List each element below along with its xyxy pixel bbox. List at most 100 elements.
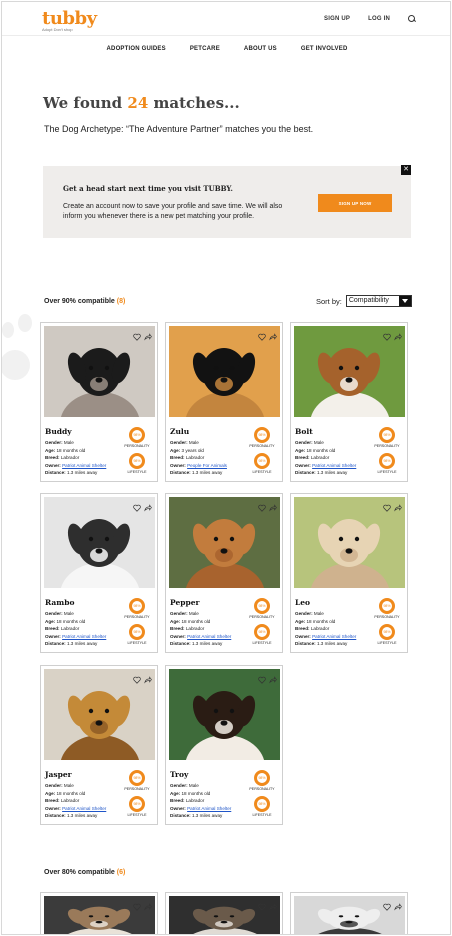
owner-link[interactable]: Patriot Animal Shelter xyxy=(62,634,106,639)
dog-gender: Gender: Male xyxy=(170,782,231,790)
close-icon[interactable]: ✕ xyxy=(401,165,411,175)
personality-score: 98% xyxy=(254,598,270,614)
dog-card[interactable]: Leo Gender: Male Age: 18 months old Breed: … xyxy=(290,493,408,653)
dog-breed: Breed: Labrador xyxy=(45,625,106,633)
heart-icon[interactable] xyxy=(383,898,391,911)
dog-breed: Breed: Labrador xyxy=(170,454,227,462)
distance-label: Distance: xyxy=(45,813,66,819)
dog-distance: Distance: 1.3 miles away xyxy=(45,640,106,648)
heart-icon[interactable] xyxy=(133,328,141,341)
dog-gender: Gender: Male xyxy=(45,782,106,790)
dog-age: Age: 18 months old xyxy=(295,618,356,626)
dog-name[interactable]: Rambo xyxy=(45,598,74,607)
share-icon[interactable] xyxy=(394,328,402,341)
dog-name[interactable]: Troy xyxy=(170,770,188,779)
share-icon[interactable] xyxy=(394,499,402,512)
distance-label: Distance: xyxy=(170,470,191,476)
sort-select[interactable]: Compatibility xyxy=(345,295,412,307)
owner-link[interactable]: Patriot Animal Shelter xyxy=(312,463,356,468)
share-icon[interactable] xyxy=(144,499,152,512)
breed-label: Breed: xyxy=(170,626,185,632)
share-icon[interactable] xyxy=(269,671,277,684)
gender-value: Male xyxy=(63,783,74,788)
owner-link[interactable]: People For Animals xyxy=(187,463,227,468)
dog-name[interactable]: Pepper xyxy=(170,598,199,607)
distance-value: 1.3 miles away xyxy=(191,470,223,476)
signup-banner: Get a head start next time you visit TUB… xyxy=(43,165,411,238)
share-icon[interactable] xyxy=(394,898,402,911)
age-value: 18 months old xyxy=(56,790,86,796)
owner-link[interactable]: Patriot Animal Shelter xyxy=(312,634,356,639)
sign-up-now-button[interactable]: SIGN UP NOW xyxy=(318,194,392,212)
share-icon[interactable] xyxy=(269,328,277,341)
owner-link[interactable]: Patriot Animal Shelter xyxy=(187,634,231,639)
age-value: 18 months old xyxy=(181,790,211,796)
banner-text: Create an account now to save your profi… xyxy=(63,203,283,220)
main-nav: ADOPTION GUIDES PETCARE ABOUT US GET INV… xyxy=(2,46,450,52)
dog-name[interactable]: Jasper xyxy=(45,770,72,779)
dog-card[interactable]: Pepper Gender: Male Age: 18 months old Bree… xyxy=(165,493,283,653)
dog-card[interactable]: Bolt Gender: Male Age: 18 months old Breed:… xyxy=(290,322,408,482)
dog-card[interactable]: Buddy Gender: Male Age: 18 months old Breed… xyxy=(40,322,158,482)
chevron-down-icon[interactable] xyxy=(398,296,411,306)
share-icon[interactable] xyxy=(144,898,152,911)
dog-card[interactable]: Troy Gender: Male Age: 18 months old Breed:… xyxy=(165,665,283,825)
search-icon[interactable] xyxy=(408,15,416,23)
dog-info: Gender: Male Age: 18 months old Breed: Lab… xyxy=(170,782,231,820)
personality-score: 98% xyxy=(129,427,145,443)
owner-link[interactable]: Patriot Animal Shelter xyxy=(62,806,106,811)
owner-link[interactable]: Patriot Animal Shelter xyxy=(62,463,106,468)
dog-card[interactable] xyxy=(165,892,283,934)
nav-get-involved[interactable]: GET INVOLVED xyxy=(301,46,348,52)
age-value: 18 months old xyxy=(56,447,86,453)
share-icon[interactable] xyxy=(144,671,152,684)
sign-up-link[interactable]: SIGN UP xyxy=(324,16,350,22)
dog-name[interactable]: Leo xyxy=(295,598,310,607)
owner-label: Owner: xyxy=(45,805,61,811)
dog-name[interactable]: Buddy xyxy=(45,427,72,436)
heart-icon[interactable] xyxy=(258,328,266,341)
heart-icon[interactable] xyxy=(383,499,391,512)
gender-value: Male xyxy=(63,440,74,445)
heart-icon[interactable] xyxy=(258,898,266,911)
section-over-90-label: Over 90% compatible xyxy=(44,298,115,305)
heart-icon[interactable] xyxy=(383,328,391,341)
lifestyle-label: LIFESTYLE xyxy=(252,641,272,645)
dog-card[interactable] xyxy=(290,892,408,934)
dog-distance: Distance: 1.3 miles away xyxy=(170,640,231,648)
age-label: Age: xyxy=(170,447,181,453)
owner-label: Owner: xyxy=(45,633,61,639)
heart-icon[interactable] xyxy=(258,671,266,684)
personality-label: PERSONALITY xyxy=(124,787,150,791)
nav-about-us[interactable]: ABOUT US xyxy=(244,46,277,52)
nav-petcare[interactable]: PETCARE xyxy=(190,46,220,52)
heart-icon[interactable] xyxy=(133,499,141,512)
sort-label: Sort by: xyxy=(316,296,342,306)
age-value: 18 months old xyxy=(181,618,211,624)
share-icon[interactable] xyxy=(269,898,277,911)
dog-card[interactable]: Rambo Gender: Male Age: 18 months old Breed… xyxy=(40,493,158,653)
heart-icon[interactable] xyxy=(133,671,141,684)
dog-card[interactable]: Zulu Gender: Male Age: 3 years old Breed: L… xyxy=(165,322,283,482)
log-in-link[interactable]: LOG IN xyxy=(368,16,390,22)
tubby-logo[interactable]: tubby Adopt Don't shop xyxy=(42,8,97,32)
archetype-text: The Dog Archetype: “The Adventure Partne… xyxy=(44,124,314,134)
dog-distance: Distance: 1.3 miles away xyxy=(170,469,227,477)
dog-breed: Breed: Labrador xyxy=(295,454,356,462)
lifestyle-label: LIFESTYLE xyxy=(127,813,147,817)
dog-card[interactable]: Jasper Gender: Male Age: 18 months old Bree… xyxy=(40,665,158,825)
owner-link[interactable]: Patriot Animal Shelter xyxy=(187,806,231,811)
dog-card[interactable] xyxy=(40,892,158,934)
heart-icon[interactable] xyxy=(133,898,141,911)
dog-name[interactable]: Bolt xyxy=(295,427,313,436)
nav-adoption-guides[interactable]: ADOPTION GUIDES xyxy=(107,46,166,52)
results-count: 24 xyxy=(127,94,149,112)
personality-label: PERSONALITY xyxy=(374,444,400,448)
dog-name[interactable]: Zulu xyxy=(170,427,189,436)
dog-info: Gender: Male Age: 18 months old Breed: Lab… xyxy=(45,782,106,820)
share-icon[interactable] xyxy=(144,328,152,341)
heart-icon[interactable] xyxy=(258,499,266,512)
gender-value: Male xyxy=(188,611,199,616)
age-label: Age: xyxy=(45,618,56,624)
share-icon[interactable] xyxy=(269,499,277,512)
